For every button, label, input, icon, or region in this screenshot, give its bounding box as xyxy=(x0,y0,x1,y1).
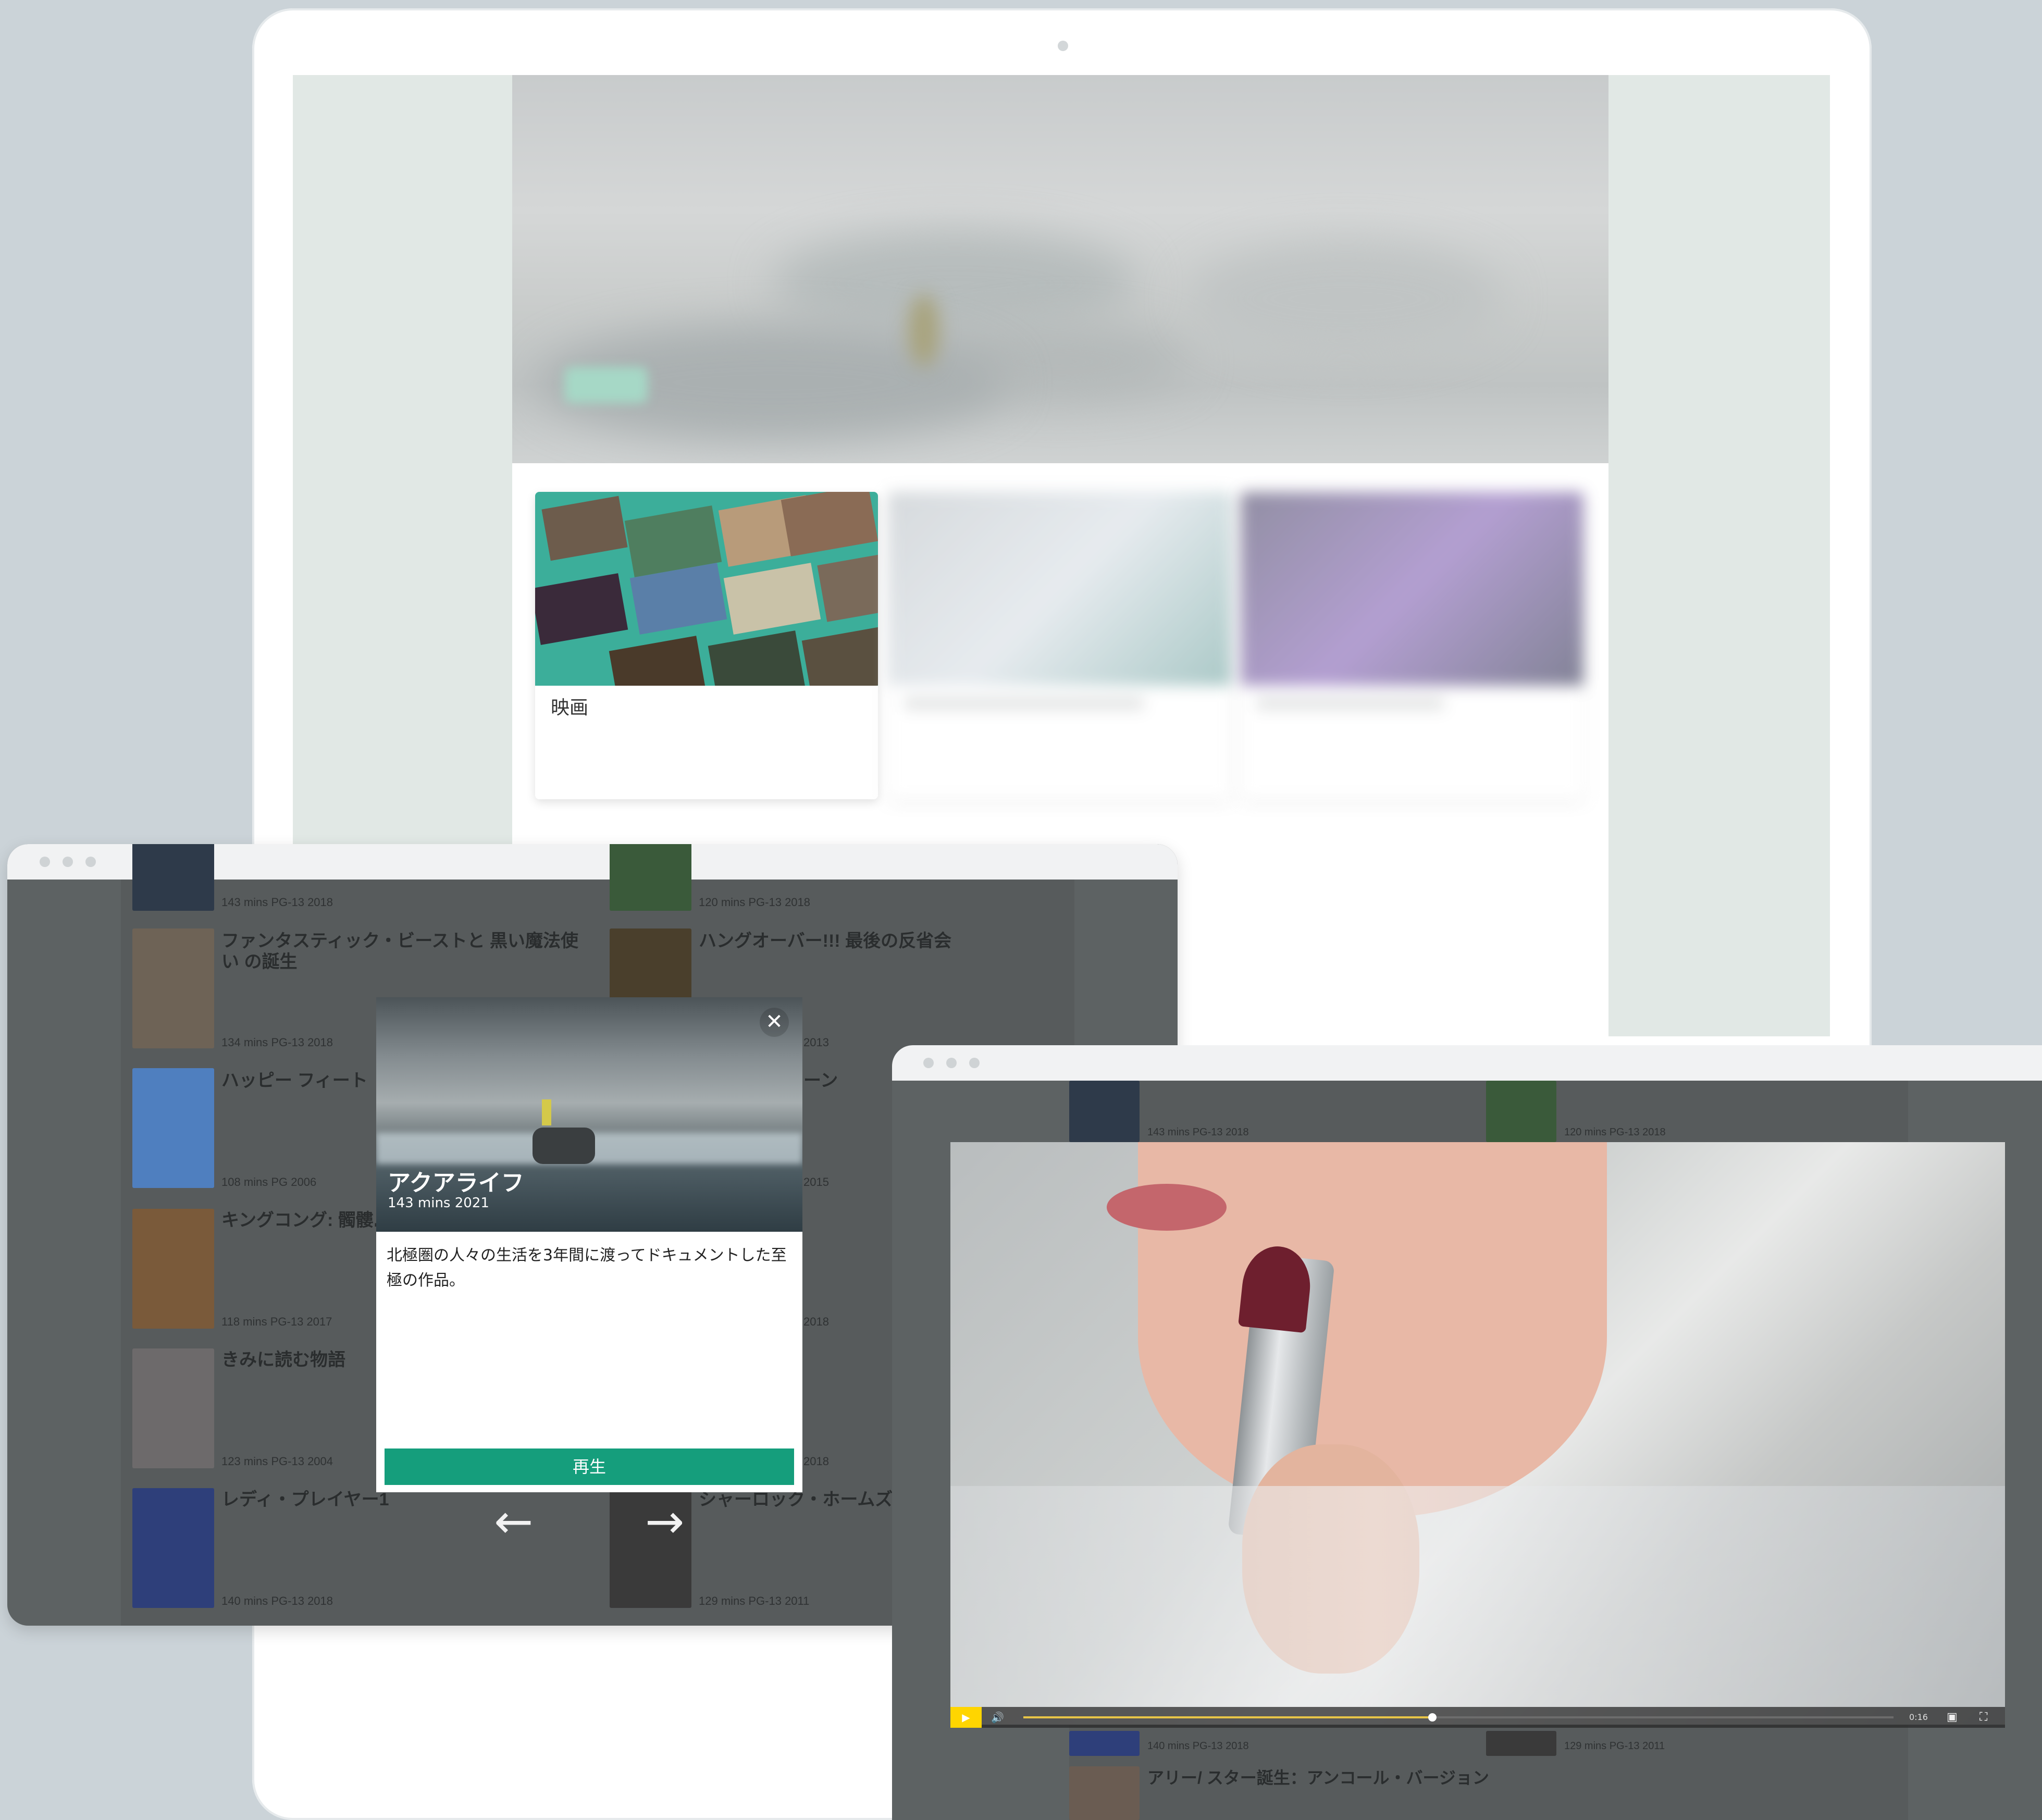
movie-meta: 108 mins PG 2006 xyxy=(221,1175,317,1188)
category-card-2[interactable] xyxy=(888,492,1231,799)
play-button[interactable]: 再生 xyxy=(385,1448,794,1485)
movie-meta: 140 mins PG-13 2018 xyxy=(221,1594,333,1607)
video-player-window: 143 mins PG-13 2018 120 mins PG-13 2018 … xyxy=(892,1045,2042,1820)
movie-meta: 129 mins PG-13 2011 xyxy=(699,1594,810,1607)
movie-meta: 2013 xyxy=(803,1036,829,1049)
movie-title[interactable]: ファンタスティック・ビーストと 黒い魔法使い の誕生 xyxy=(221,931,586,972)
movie-poster[interactable] xyxy=(132,1488,214,1608)
card-label-blurred xyxy=(1256,698,1444,709)
close-icon[interactable]: ✕ xyxy=(760,1008,789,1037)
hero-banner xyxy=(512,75,1608,463)
movie-poster[interactable] xyxy=(132,1348,214,1468)
movie-meta: 120 mins PG-13 2018 xyxy=(1564,1126,1666,1138)
movie-meta: 129 mins PG-13 2011 xyxy=(1564,1740,1665,1752)
progress-knob[interactable] xyxy=(1428,1713,1437,1722)
video-frame[interactable] xyxy=(950,1142,2005,1725)
movie-meta: 120 mins PG-13 2018 xyxy=(699,896,811,909)
window-dot xyxy=(40,857,50,867)
category-label: 映画 xyxy=(551,697,589,718)
movie-meta: 123 mins PG-13 2004 xyxy=(221,1455,333,1468)
window-titlebar xyxy=(892,1045,2042,1081)
movie-title[interactable]: レディ・プレイヤー1 xyxy=(221,1489,389,1510)
video-controls: ▶ 🔊 0:16 ▣ ⛶ xyxy=(950,1707,2005,1728)
modal-title: アクアライフ xyxy=(388,1170,524,1196)
time-readout: 0:16 xyxy=(1909,1712,1928,1722)
movie-title[interactable]: ハッピー フィート xyxy=(221,1070,368,1091)
movie-poster[interactable] xyxy=(132,1209,214,1329)
progress-track[interactable] xyxy=(1023,1713,1894,1722)
arrow-right-icon[interactable]: → xyxy=(645,1499,684,1545)
webcam xyxy=(1058,41,1068,51)
window-dot xyxy=(63,857,73,867)
window-dot xyxy=(969,1058,980,1068)
movie-poster[interactable] xyxy=(1486,1731,1556,1756)
movie-poster[interactable] xyxy=(610,844,691,911)
movie-poster[interactable] xyxy=(1069,1731,1140,1756)
movie-poster[interactable] xyxy=(1069,1081,1140,1142)
movie-title[interactable]: ハングオーバー!!! 最後の反省会 xyxy=(699,931,1063,951)
pip-icon[interactable]: ▣ xyxy=(1947,1707,1958,1728)
movie-poster[interactable] xyxy=(1486,1081,1556,1142)
movie-poster[interactable] xyxy=(1069,1766,1140,1820)
card-thumbnail xyxy=(1241,492,1583,686)
category-card-movies[interactable]: 映画 xyxy=(535,492,878,799)
window-dot xyxy=(923,1058,934,1068)
lips xyxy=(1107,1184,1227,1231)
movie-meta: 2015 xyxy=(803,1175,829,1188)
movie-title[interactable]: きみに読む物語 xyxy=(221,1349,345,1370)
movie-detail-modal: アクアライフ 143 mins 2021 ✕ 北極圏の人々の生活を3年間に渡って… xyxy=(376,997,802,1492)
movie-meta: 143 mins PG-13 2018 xyxy=(221,896,333,909)
shirt xyxy=(950,1486,2005,1725)
progress-fill xyxy=(1023,1716,1432,1718)
volume-icon[interactable]: 🔊 xyxy=(991,1707,1012,1728)
movie-meta: 118 mins PG-13 2017 xyxy=(221,1315,332,1328)
hero-button[interactable] xyxy=(564,367,648,403)
movie-poster[interactable] xyxy=(132,928,214,1048)
movie-title[interactable]: アリー/ スター誕生：アンコール・バージョン xyxy=(1147,1767,1489,1788)
movie-poster[interactable] xyxy=(132,844,214,911)
modal-meta: 143 mins 2021 xyxy=(388,1195,489,1211)
card-thumbnail xyxy=(888,492,1231,686)
window-dot xyxy=(946,1058,957,1068)
movie-meta: 2018 xyxy=(803,1455,829,1468)
modal-hero-image: アクアライフ 143 mins 2021 ✕ xyxy=(376,997,802,1232)
movie-title[interactable]: シャーロック・ホームズ シ xyxy=(699,1489,915,1510)
fullscreen-icon[interactable]: ⛶ xyxy=(1979,1707,1987,1728)
movie-meta: 140 mins PG-13 2018 xyxy=(1147,1740,1249,1752)
movie-meta: 2018 xyxy=(803,1315,829,1328)
category-card-3[interactable] xyxy=(1241,492,1583,799)
play-icon[interactable]: ▶ xyxy=(950,1707,982,1728)
arrow-left-icon[interactable]: ← xyxy=(494,1499,533,1545)
modal-description: 北極圏の人々の生活を3年間に渡ってドキュメントした至極の作品。 xyxy=(387,1246,787,1290)
card-label-blurred xyxy=(904,698,1144,709)
movie-meta: 143 mins PG-13 2018 xyxy=(1147,1126,1249,1138)
movie-title-partial[interactable]: ーン xyxy=(803,1070,838,1091)
movie-poster[interactable] xyxy=(132,1068,214,1188)
movie-collage xyxy=(535,492,878,686)
window-dot xyxy=(85,857,96,867)
movie-meta: 134 mins PG-13 2018 xyxy=(221,1036,333,1049)
